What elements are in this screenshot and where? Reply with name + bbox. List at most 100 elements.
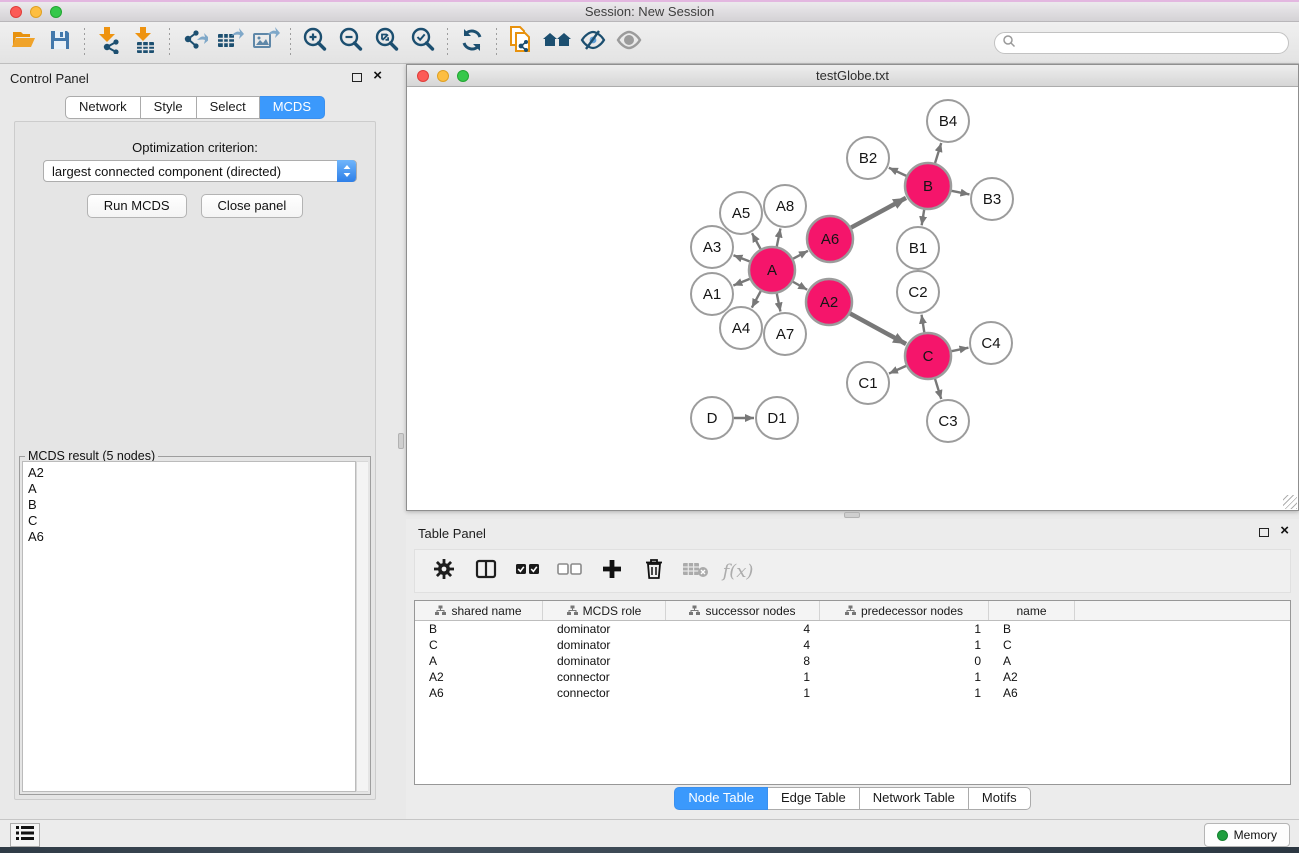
network-canvas[interactable]: B4B2BB3A8A5A6A3B1AC2A1A2A4A7C4CC1DD1C3 — [407, 87, 1298, 510]
tab-select[interactable]: Select — [197, 96, 260, 119]
minimize-window-button[interactable] — [30, 6, 42, 18]
deselect-all-icon — [557, 561, 583, 582]
zoom-fit-icon — [373, 26, 401, 59]
table-row[interactable]: A6connector11A6 — [415, 685, 1290, 701]
table-row[interactable]: Bdominator41B — [415, 621, 1290, 637]
deselect-all-button[interactable] — [551, 554, 589, 588]
window-resize-grip[interactable] — [1283, 495, 1297, 509]
network-graph[interactable]: B4B2BB3A8A5A6A3B1AC2A1A2A4A7C4CC1DD1C3 — [407, 87, 1298, 510]
app-titlebar[interactable]: Session: New Session — [0, 0, 1299, 22]
close-table-panel-icon[interactable]: × — [1280, 522, 1289, 539]
graph-edge-A6-B[interactable] — [851, 198, 906, 228]
export-image-button[interactable] — [248, 26, 284, 60]
column-header-shared-name[interactable]: shared name — [415, 601, 543, 620]
add-column-button[interactable] — [593, 554, 631, 588]
graph-edge-A-A6[interactable] — [793, 251, 808, 259]
export-network-button[interactable] — [176, 26, 212, 60]
zoom-in-button[interactable] — [297, 26, 333, 60]
hide-view-icon-button[interactable] — [575, 26, 611, 60]
import-network-button[interactable] — [91, 26, 127, 60]
graph-edge-B-B2[interactable] — [889, 168, 906, 176]
column-tree-icon — [435, 605, 446, 616]
criterion-dropdown[interactable]: largest connected component (directed) — [43, 160, 357, 182]
clone-network-button[interactable] — [503, 26, 539, 60]
refresh-button[interactable] — [454, 26, 490, 60]
float-table-panel-icon[interactable] — [1259, 528, 1269, 537]
mcds-result-scrollbar[interactable] — [356, 461, 368, 792]
save-session-button[interactable] — [42, 26, 78, 60]
tab-network[interactable]: Network — [65, 96, 141, 119]
close-panel-icon[interactable]: × — [373, 67, 382, 84]
graph-edge-A2-C[interactable] — [850, 313, 906, 344]
table-row[interactable]: Adominator80A — [415, 653, 1290, 669]
graph-node-label: C2 — [908, 284, 927, 301]
column-label: successor nodes — [705, 604, 795, 618]
close-panel-button[interactable]: Close panel — [201, 194, 304, 218]
split-panel-button[interactable] — [467, 554, 505, 588]
graph-edge-C-C4[interactable] — [952, 348, 969, 352]
graph-edge-A-A5[interactable] — [752, 233, 761, 249]
graph-edge-C-C1[interactable] — [889, 366, 906, 374]
column-header-predecessor-nodes[interactable]: predecessor nodes — [820, 601, 989, 620]
import-table-button[interactable] — [127, 26, 163, 60]
export-table-button[interactable] — [212, 26, 248, 60]
graph-edge-A-A1[interactable] — [733, 279, 749, 286]
network-close-button[interactable] — [417, 70, 429, 82]
graph-node-label: B — [923, 178, 933, 195]
zoom-fit-button[interactable] — [369, 26, 405, 60]
graph-edge-C-C3[interactable] — [935, 379, 941, 399]
graph-node-label: B1 — [909, 240, 927, 257]
graph-edge-B-B4[interactable] — [935, 143, 941, 163]
tab-node-table[interactable]: Node Table — [674, 787, 768, 810]
open-session-button[interactable] — [6, 26, 42, 60]
tab-edge-table[interactable]: Edge Table — [768, 787, 860, 810]
delete-table-button[interactable] — [677, 554, 715, 588]
search-input[interactable] — [994, 32, 1289, 54]
table-row[interactable]: A2connector11A2 — [415, 669, 1290, 685]
show-log-button[interactable] — [10, 823, 40, 847]
close-window-button[interactable] — [10, 6, 22, 18]
graph-edge-B-B3[interactable] — [952, 191, 970, 195]
mcds-result-item[interactable]: A — [28, 481, 355, 497]
graph-edge-A-A4[interactable] — [752, 291, 761, 308]
mcds-result-item[interactable]: B — [28, 497, 355, 513]
table-cell: B — [989, 622, 1075, 636]
float-panel-icon[interactable] — [352, 73, 362, 82]
run-mcds-button[interactable]: Run MCDS — [87, 194, 187, 218]
memory-button[interactable]: Memory — [1204, 823, 1290, 847]
function-builder-button[interactable]: f(x) — [719, 554, 757, 588]
mcds-result-item[interactable]: C — [28, 513, 355, 529]
tab-motifs[interactable]: Motifs — [969, 787, 1031, 810]
graph-edge-C-C2[interactable] — [922, 315, 925, 333]
show-view-icon-button[interactable] — [611, 26, 647, 60]
tab-style[interactable]: Style — [141, 96, 197, 119]
control-panel: Control Panel × Network Style Select MCD… — [0, 64, 390, 819]
graph-edge-A-A8[interactable] — [777, 229, 781, 247]
delete-column-button[interactable] — [635, 554, 673, 588]
column-header-mcds-role[interactable]: MCDS role — [543, 601, 666, 620]
home-button[interactable] — [539, 26, 575, 60]
graph-edge-A-A3[interactable] — [733, 255, 749, 261]
network-window-titlebar[interactable]: testGlobe.txt — [407, 65, 1298, 87]
network-maximize-button[interactable] — [457, 70, 469, 82]
mcds-result-list[interactable]: A2ABCA6 — [22, 461, 356, 792]
maximize-window-button[interactable] — [50, 6, 62, 18]
zoom-selected-button[interactable] — [405, 26, 441, 60]
horizontal-split-divider[interactable] — [844, 512, 860, 518]
graph-edge-A-A2[interactable] — [793, 282, 807, 290]
select-all-button[interactable] — [509, 554, 547, 588]
tab-network-table[interactable]: Network Table — [860, 787, 969, 810]
mcds-result-item[interactable]: A2 — [28, 465, 355, 481]
column-header-successor-nodes[interactable]: successor nodes — [666, 601, 820, 620]
zoom-out-button[interactable] — [333, 26, 369, 60]
mcds-result-item[interactable]: A6 — [28, 529, 355, 545]
vertical-split-divider[interactable] — [398, 433, 404, 449]
graph-edge-A-A7[interactable] — [777, 294, 781, 312]
column-header-name[interactable]: name — [989, 601, 1075, 620]
tab-mcds[interactable]: MCDS — [260, 96, 325, 119]
network-view-window: testGlobe.txt B4B2BB3A8A5A6A3B1AC2A1A2A4… — [406, 64, 1299, 511]
gear-button[interactable] — [425, 554, 463, 588]
network-minimize-button[interactable] — [437, 70, 449, 82]
graph-edge-B-B1[interactable] — [922, 210, 925, 226]
table-row[interactable]: Cdominator41C — [415, 637, 1290, 653]
